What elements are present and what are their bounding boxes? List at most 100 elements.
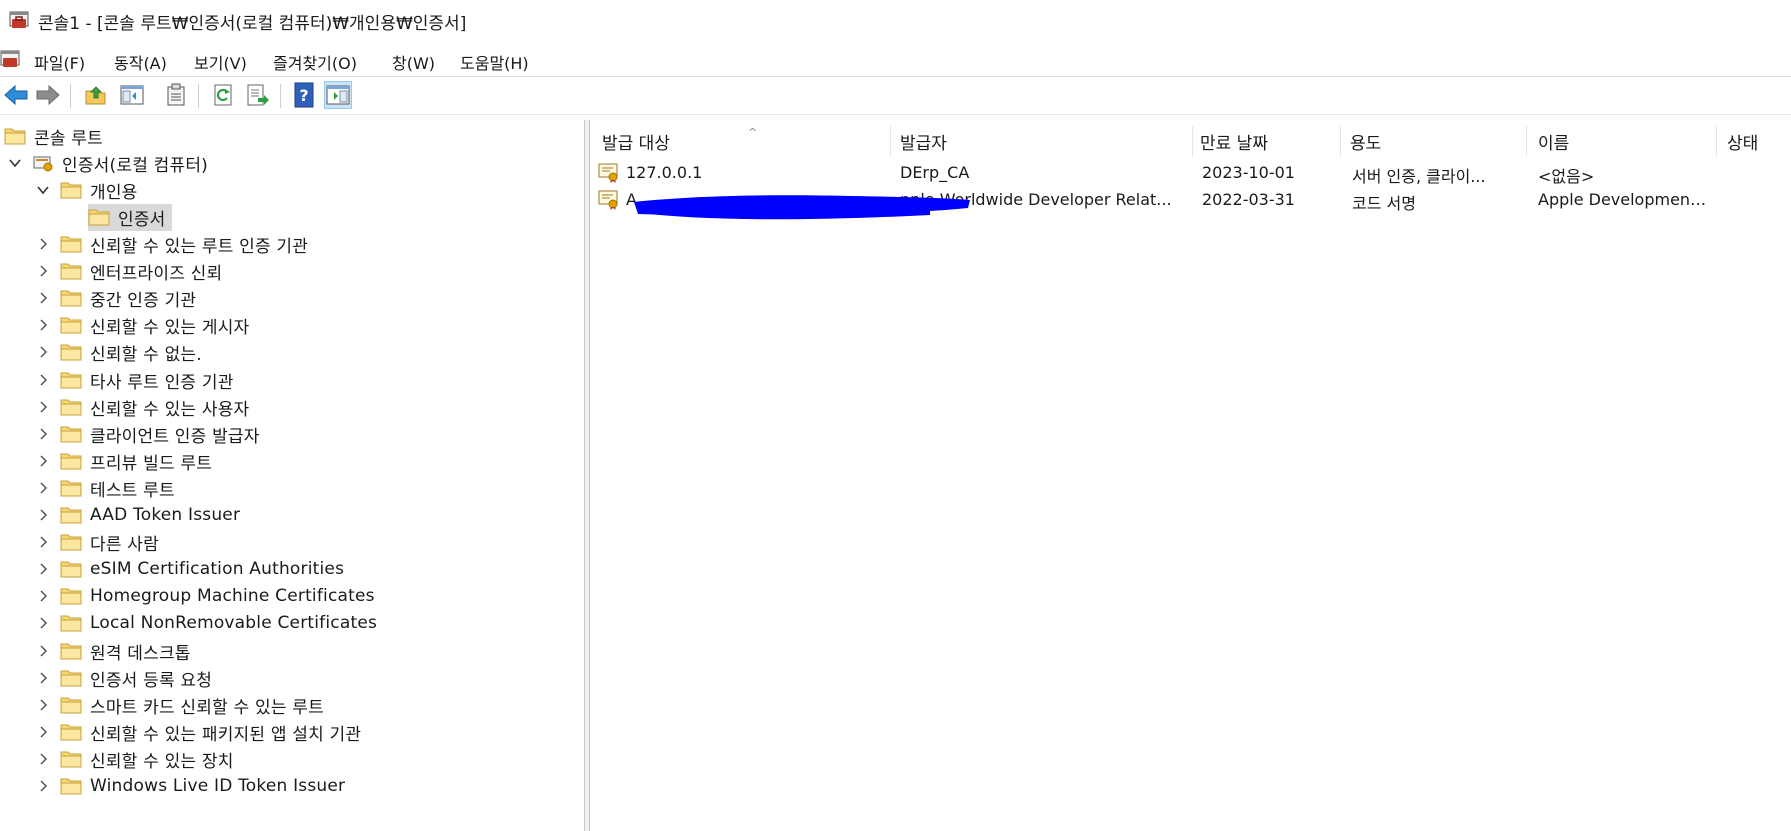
tree-label: AAD Token Issuer xyxy=(90,505,241,525)
tree-node-console-root[interactable]: 콘솔 루트 xyxy=(4,123,103,149)
tree-label: 신뢰할 수 있는 루트 인증 기관 xyxy=(90,236,309,257)
chevron-right-icon[interactable] xyxy=(36,698,50,712)
show-hide-action-pane-button[interactable] xyxy=(324,81,352,109)
tree-node-store[interactable]: 스마트 카드 신뢰할 수 있는 루트 xyxy=(36,692,324,718)
column-divider[interactable] xyxy=(1340,126,1341,156)
export-list-button[interactable] xyxy=(244,81,272,109)
column-divider[interactable] xyxy=(1526,126,1527,156)
chevron-right-icon[interactable] xyxy=(36,291,50,305)
column-divider[interactable] xyxy=(1192,126,1193,156)
chevron-right-icon[interactable] xyxy=(36,427,50,441)
tree-node-certificates-local-computer[interactable]: 인증서(로컬 컴퓨터) xyxy=(8,150,208,176)
folder-icon xyxy=(60,561,82,578)
folder-icon xyxy=(60,399,82,416)
tree-label: 테스트 루트 xyxy=(90,480,175,501)
tree-node-store[interactable]: 다른 사람 xyxy=(36,529,159,555)
tree-label: Windows Live ID Token Issuer xyxy=(90,776,346,796)
console-tree[interactable]: 콘솔 루트 인증서(로컬 컴퓨터) 개인용 인증서 신뢰할 수 있는 루트 인증… xyxy=(0,120,584,831)
column-intended-purposes[interactable]: 용도 xyxy=(1350,129,1381,154)
chevron-right-icon[interactable] xyxy=(36,779,50,793)
properties-button[interactable] xyxy=(162,81,190,109)
folder-icon xyxy=(60,724,82,741)
tree-node-store[interactable]: 중간 인증 기관 xyxy=(36,285,196,311)
chevron-right-icon[interactable] xyxy=(36,616,50,630)
chevron-right-icon[interactable] xyxy=(36,752,50,766)
cell-intended-purposes: 서버 인증, 클라이... xyxy=(1352,167,1486,186)
menu-help[interactable]: 도움말(H) xyxy=(460,50,529,74)
tree-node-store[interactable]: 인증서 등록 요청 xyxy=(36,665,212,691)
menu-action[interactable]: 동작(A) xyxy=(114,50,167,74)
tree-node-store[interactable]: Windows Live ID Token Issuer xyxy=(36,773,345,799)
column-divider[interactable] xyxy=(890,126,891,156)
column-friendly-name[interactable]: 이름 xyxy=(1538,129,1569,154)
column-divider[interactable] xyxy=(1716,126,1717,156)
chevron-right-icon[interactable] xyxy=(36,237,50,251)
folder-icon xyxy=(60,643,82,660)
tree-node-store[interactable]: Homegroup Machine Certificates xyxy=(36,583,375,609)
chevron-right-icon[interactable] xyxy=(36,318,50,332)
folder-icon xyxy=(60,588,82,605)
chevron-right-icon[interactable] xyxy=(36,400,50,414)
chevron-right-icon[interactable] xyxy=(36,373,50,387)
tree-node-store[interactable]: 신뢰할 수 있는 게시자 xyxy=(36,312,249,338)
menu-view[interactable]: 보기(V) xyxy=(194,50,247,74)
tree-node-store[interactable]: 신뢰할 수 있는 사용자 xyxy=(36,394,249,420)
tree-node-store[interactable]: AAD Token Issuer xyxy=(36,502,240,528)
table-row[interactable]: 127.0.0.1 DErp_CA 2023-10-01 서버 인증, 클라이.… xyxy=(590,160,1791,186)
up-one-level-button[interactable] xyxy=(82,81,110,109)
chevron-right-icon[interactable] xyxy=(36,589,50,603)
chevron-right-icon[interactable] xyxy=(36,508,50,522)
up-folder-icon xyxy=(85,86,106,105)
column-issued-to[interactable]: ^ 발급 대상 xyxy=(602,126,757,154)
chevron-right-icon[interactable] xyxy=(36,481,50,495)
tree-node-store[interactable]: 타사 루트 인증 기관 xyxy=(36,367,234,393)
tree-label: 콘솔 루트 xyxy=(34,128,103,149)
show-hide-console-tree-button[interactable] xyxy=(118,81,146,109)
tree-node-store[interactable]: 원격 데스크톱 xyxy=(36,638,191,664)
help-button[interactable]: ? xyxy=(290,81,318,109)
column-status[interactable]: 상태 xyxy=(1727,129,1758,154)
tree-node-store[interactable]: 프리뷰 빌드 루트 xyxy=(36,448,212,474)
tree-node-store[interactable]: eSIM Certification Authorities xyxy=(36,556,344,582)
tree-label: 스마트 카드 신뢰할 수 있는 루트 xyxy=(90,697,324,718)
certificate-list[interactable]: ^ 발급 대상 발급자 만료 날짜 용도 이름 상태 127.0.0.1 DEr… xyxy=(590,120,1791,831)
properties-clipboard-icon xyxy=(167,83,185,106)
refresh-button[interactable] xyxy=(210,81,238,109)
chevron-right-icon[interactable] xyxy=(36,725,50,739)
forward-arrow-icon xyxy=(36,84,60,106)
chevron-right-icon[interactable] xyxy=(36,644,50,658)
tree-node-store[interactable]: Local NonRemovable Certificates xyxy=(36,610,377,636)
chevron-right-icon[interactable] xyxy=(36,454,50,468)
tree-node-store[interactable]: 신뢰할 수 있는 장치 xyxy=(36,746,234,772)
chevron-down-icon[interactable] xyxy=(8,156,22,170)
chevron-right-icon[interactable] xyxy=(36,345,50,359)
mmc-menu-icon[interactable] xyxy=(0,48,22,70)
menu-favorites[interactable]: 즐겨찾기(O) xyxy=(273,50,357,74)
tree-node-personal-certificates[interactable]: 인증서 xyxy=(88,203,172,231)
toolbar-separator xyxy=(198,84,199,108)
chevron-right-icon[interactable] xyxy=(36,671,50,685)
tree-node-store[interactable]: 신뢰할 수 있는 패키지된 앱 설치 기관 xyxy=(36,719,361,745)
column-expiration-date[interactable]: 만료 날짜 xyxy=(1200,129,1268,154)
menu-file[interactable]: 파일(F) xyxy=(34,50,85,74)
chevron-down-icon[interactable] xyxy=(36,183,50,197)
redaction-scribble xyxy=(634,195,970,220)
tree-node-store[interactable]: 클라이언트 인증 발급자 xyxy=(36,421,260,447)
tree-node-store[interactable]: 신뢰할 수 있는 루트 인증 기관 xyxy=(36,231,308,257)
chevron-right-icon[interactable] xyxy=(36,535,50,549)
chevron-right-icon[interactable] xyxy=(36,264,50,278)
column-issued-by[interactable]: 발급자 xyxy=(900,129,947,154)
back-arrow-icon xyxy=(4,84,28,106)
cell-intended-purposes: 코드 서명 xyxy=(1352,194,1416,213)
tree-node-store[interactable]: 엔터프라이즈 신뢰 xyxy=(36,258,222,284)
back-button[interactable] xyxy=(2,81,30,109)
tree-label: 신뢰할 수 있는 장치 xyxy=(90,751,234,772)
tree-node-store[interactable]: 신뢰할 수 없는. xyxy=(36,339,202,365)
chevron-right-icon[interactable] xyxy=(36,562,50,576)
forward-button[interactable] xyxy=(34,81,62,109)
folder-icon xyxy=(60,317,82,334)
tree-node-store[interactable]: 테스트 루트 xyxy=(36,475,175,501)
tree-label: 원격 데스크톱 xyxy=(90,643,191,664)
menu-window[interactable]: 창(W) xyxy=(392,50,435,74)
tree-node-personal[interactable]: 개인용 xyxy=(36,177,138,203)
